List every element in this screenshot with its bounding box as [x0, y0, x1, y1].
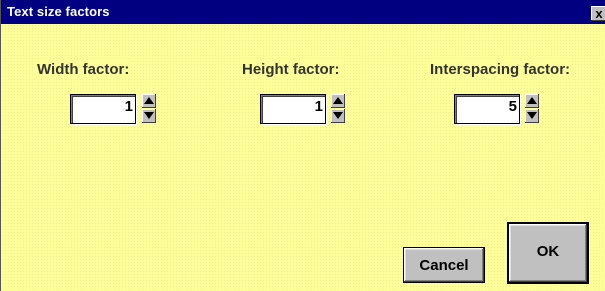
width-factor-increment-button[interactable]: [142, 94, 156, 108]
close-button[interactable]: x: [591, 6, 605, 21]
arrow-up-icon: [333, 97, 343, 104]
interspacing-factor-spinner: [525, 94, 539, 124]
height-factor-spinner: [331, 94, 345, 124]
title-bar[interactable]: Text size factors x: [1, 0, 605, 24]
ok-button[interactable]: OK: [507, 222, 589, 284]
cancel-button[interactable]: Cancel: [403, 247, 485, 283]
interspacing-factor-increment-button[interactable]: [525, 94, 539, 108]
height-factor-label: Height factor:: [240, 61, 342, 78]
text-size-factors-dialog: Text size factors x Width factor: 1 Heig…: [0, 0, 605, 291]
interspacing-factor-label: Interspacing factor:: [428, 61, 573, 78]
arrow-up-icon: [527, 97, 537, 104]
height-factor-decrement-button[interactable]: [331, 109, 345, 123]
arrow-down-icon: [333, 112, 343, 119]
arrow-down-icon: [144, 112, 154, 119]
width-factor-spinner: [142, 94, 156, 124]
close-icon: x: [595, 6, 603, 21]
height-factor-increment-button[interactable]: [331, 94, 345, 108]
interspacing-factor-input[interactable]: 5: [454, 94, 520, 124]
arrow-down-icon: [527, 112, 537, 119]
interspacing-factor-decrement-button[interactable]: [525, 109, 539, 123]
width-factor-label: Width factor:: [35, 61, 132, 78]
dialog-title: Text size factors: [7, 4, 110, 19]
width-factor-input[interactable]: 1: [70, 94, 136, 124]
height-factor-input[interactable]: 1: [260, 94, 326, 124]
width-factor-decrement-button[interactable]: [142, 109, 156, 123]
arrow-up-icon: [144, 97, 154, 104]
